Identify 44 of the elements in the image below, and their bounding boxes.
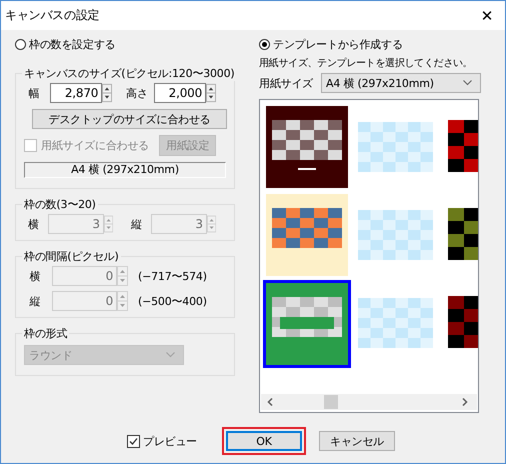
spin-buttons-icon[interactable] — [206, 83, 216, 103]
field-label: 横 — [28, 268, 42, 284]
radio-label: テンプレートから作成する — [273, 36, 403, 52]
paper-size-display: A4 横 (297x210mm) — [24, 162, 226, 178]
radio-label: 枠の数を設定する — [29, 36, 116, 52]
range-text: (−500〜400) — [138, 294, 207, 308]
group-title: 枠の形式 — [23, 326, 68, 341]
scroll-thumb[interactable] — [324, 395, 338, 409]
group-title: 枠の間隔(ピクセル) — [23, 249, 120, 264]
cancel-button[interactable]: キャンセル — [319, 431, 396, 451]
template-thumbnail[interactable] — [263, 280, 351, 368]
horizontal-scrollbar[interactable] — [261, 394, 477, 410]
scroll-right-icon[interactable] — [462, 398, 468, 406]
spin-buttons-icon[interactable] — [102, 83, 112, 103]
chevron-down-icon — [463, 80, 472, 86]
field-label: 高さ — [126, 86, 148, 100]
range-text: (−717〜574) — [138, 268, 207, 284]
checkbox[interactable] — [127, 434, 140, 448]
number-field[interactable]: 2,870 — [50, 83, 102, 103]
instruction-text: 用紙サイズ、テンプレートを選択してください。 — [259, 56, 472, 70]
radio-button[interactable] — [15, 38, 26, 50]
group-title: キャンバスのサイズ(ピクセル:120〜3000) — [23, 66, 236, 81]
field-label: 縦 — [28, 294, 42, 308]
radio-button[interactable] — [259, 38, 270, 50]
template-thumbnail[interactable] — [446, 118, 478, 174]
close-button[interactable]: ✕ — [469, 2, 505, 30]
template-thumbnail[interactable] — [446, 294, 478, 350]
group-title: 枠の数(3〜20) — [23, 197, 97, 212]
number-field[interactable]: 2,000 — [154, 83, 206, 103]
chevron-down-icon — [166, 352, 175, 358]
fit-desktop-button[interactable]: デスクトップのサイズに合わせる — [32, 109, 227, 129]
field-label: 横 — [26, 216, 40, 232]
field-label: 用紙サイズ — [259, 76, 314, 90]
checkbox-label: 用紙サイズに合わせる — [41, 138, 150, 153]
window-title: キャンバスの設定 — [5, 7, 100, 24]
paper-size-dropdown[interactable]: A4 横 (297x210mm) — [321, 73, 481, 93]
scroll-left-icon[interactable] — [267, 398, 273, 406]
field-label: 幅 — [28, 86, 40, 100]
field-label: 縦 — [130, 216, 143, 232]
template-thumbnail[interactable] — [446, 206, 478, 262]
template-thumbnail[interactable] — [264, 104, 350, 190]
ok-button[interactable]: OK — [226, 431, 302, 451]
checkbox-label: プレビュー — [143, 434, 198, 448]
template-thumbnail[interactable] — [264, 192, 350, 278]
